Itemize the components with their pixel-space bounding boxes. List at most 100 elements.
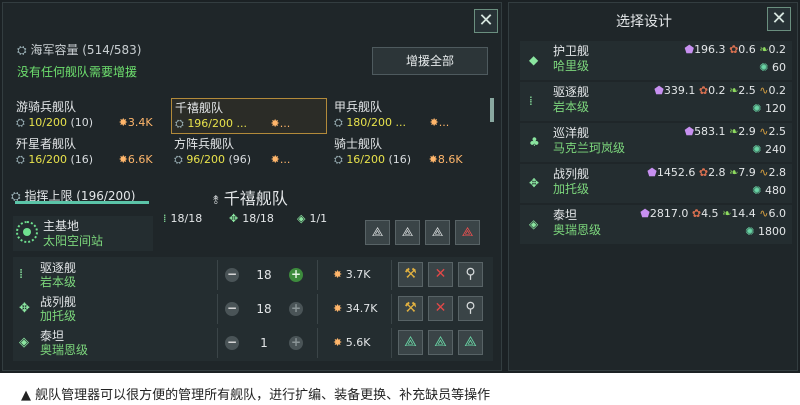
remove-ship-button[interactable]: ⟁	[428, 330, 453, 355]
divider	[391, 294, 392, 324]
change-design-button[interactable]: ⟁	[398, 330, 423, 355]
destroyer-icon: ⁞	[163, 212, 167, 225]
power-icon: ✸	[429, 116, 439, 129]
fleet-emblem-icon: ⥉	[213, 193, 219, 207]
alloy-icon: ⬟	[647, 166, 657, 179]
fleet-item[interactable]: 方阵兵舰队 ⛭ 96/200 (96) ✸...	[171, 135, 327, 171]
decrease-button[interactable]: −	[225, 268, 239, 282]
fleet-action-button-2[interactable]: ⟁	[395, 220, 420, 245]
ship-up-icon: ⟁	[431, 225, 444, 240]
no-reinforce-text: 没有任何舰队需要增援	[17, 65, 138, 79]
fleet-list-scrollbar[interactable]	[490, 98, 494, 122]
remove-ship-button[interactable]: ✕	[428, 296, 453, 321]
increase-button[interactable]: +	[289, 268, 303, 282]
remove-ship-button[interactable]: ✕	[428, 262, 453, 287]
ship-row: ✥ 战列舰 加托级 − 18 + ✸ 34.7K ⚒ ✕ ⚲	[13, 291, 493, 327]
food-icon: ✿	[729, 43, 739, 56]
inspect-ship-button[interactable]: ⚲	[458, 262, 483, 287]
fleet-manager-panel: ✕ ⛭ 海军容量 (514/583) 没有任何舰队需要增援 增援全部 游骑兵舰队…	[2, 2, 502, 371]
fleet-item[interactable]: 骑士舰队 ⛭ 16/200 (16) ✸8.6K	[331, 135, 487, 171]
increase-button[interactable]: +	[289, 336, 303, 350]
energy-icon: ❧	[729, 166, 739, 179]
power-icon: ∿	[759, 125, 769, 138]
design-item[interactable]: ✥ 战列舰 加托级 ⬟1452.6 ✿2.8 ❧7.9 ∿2.8 ✺ 480	[520, 164, 792, 203]
stat-titans: ◈ 1/1	[297, 212, 328, 225]
food-icon: ✿	[698, 84, 709, 97]
caption: ▲ 舰队管理器可以很方便的管理所有舰队，进行扩编、装备更换、补充缺员等操作	[21, 388, 491, 403]
divider	[317, 328, 318, 358]
fleet-item[interactable]: 甲兵舰队 ⛭ 180/200 ... ✸...	[331, 98, 487, 134]
battleship-icon: ✥	[229, 212, 239, 225]
design-item[interactable]: ♣ 巡洋舰 马克兰珂岚级 ⬟583.1 ❧2.9 ∿2.5 ✺ 240	[520, 123, 792, 162]
wrench-icon: ⚒	[404, 300, 417, 316]
ship-quantity: 1	[260, 336, 268, 350]
crew-icon: ✺	[752, 143, 762, 156]
remove-icon: ✕	[434, 300, 447, 316]
fleet-title: ⥉ 千禧舰队	[213, 185, 288, 209]
power-icon: ∿	[759, 84, 769, 97]
power-icon: ✸	[118, 116, 128, 129]
upgrade-icon: ⟁	[464, 334, 477, 350]
power-icon: ✸	[270, 117, 280, 130]
fleet-ship-icon: ⛭	[16, 153, 25, 166]
fleet-ship-icon: ⛭	[334, 153, 343, 166]
energy-icon: ❧	[722, 207, 732, 220]
close-button[interactable]: ✕	[767, 7, 791, 31]
decrease-button[interactable]: −	[225, 336, 239, 350]
ship-row: ⁞ 驱逐舰 岩本级 − 18 + ✸ 3.7K ⚒ ✕ ⚲	[13, 257, 493, 293]
magnifier-icon: ⚲	[465, 300, 476, 316]
crew-icon: ✺	[745, 225, 755, 238]
divider	[391, 328, 392, 358]
increase-button[interactable]: +	[289, 302, 303, 316]
design-select-panel: 选择设计 ✕ ◆ 护卫舰 哈里级 ⬟196.3 ✿0.6 ❧0.2 ✺ 60 ⁞ …	[508, 2, 798, 371]
fleet-action-button-4[interactable]: ⟁	[455, 220, 480, 245]
fleet-item-selected[interactable]: 千禧舰队 ⛭ 196/200 ... ✸...	[171, 98, 327, 134]
change-design-button[interactable]: ⚒	[398, 262, 423, 287]
ship-remove-icon: ⟁	[461, 225, 474, 240]
titan-icon: ◈	[297, 212, 306, 225]
fleet-list: 游骑兵舰队 ⛭ 10/200 (10) ✸3.4K 千禧舰队 ⛭ 196/200…	[13, 98, 488, 170]
capacity-icon: ⛭	[17, 43, 27, 57]
energy-icon: ❧	[759, 43, 769, 56]
reinforce-all-button[interactable]: 增援全部	[372, 47, 488, 75]
inspect-ship-button[interactable]: ⟁	[458, 330, 483, 355]
ship-power: 5.6K	[345, 336, 371, 349]
change-design-button[interactable]: ⚒	[398, 296, 423, 321]
magnifier-icon: ⚲	[465, 266, 476, 282]
close-icon: ✕	[478, 10, 494, 31]
fleet-ship-icon: ⛭	[175, 117, 184, 130]
divider	[317, 294, 318, 324]
energy-icon: ❧	[729, 125, 739, 138]
game-window: ✕ ⛭ 海军容量 (514/583) 没有任何舰队需要增援 增援全部 游骑兵舰队…	[0, 0, 800, 373]
design-item[interactable]: ◈ 泰坦 奥瑞恩级 ⬟2817.0 ✿4.5 ❧14.4 ∿6.0 ✺ 1800	[520, 205, 792, 244]
fleet-item[interactable]: 歼星者舰队 ⛭ 16/200 (16) ✸6.6K	[13, 135, 169, 171]
alloy-icon: ⬟	[684, 125, 695, 138]
power-icon: ✸	[333, 302, 343, 315]
fleet-item[interactable]: 游骑兵舰队 ⛭ 10/200 (10) ✸3.4K	[13, 98, 169, 134]
stat-destroyers: ⁞ 18/18	[163, 212, 203, 225]
food-icon: ✿	[691, 207, 702, 220]
design-item[interactable]: ◆ 护卫舰 哈里级 ⬟196.3 ✿0.6 ❧0.2 ✺ 60	[520, 41, 792, 80]
power-icon: ✸	[428, 153, 438, 166]
power-icon: ✸	[118, 153, 128, 166]
inspect-ship-button[interactable]: ⚲	[458, 296, 483, 321]
close-button[interactable]: ✕	[474, 9, 498, 33]
remove-icon: ✕	[434, 266, 447, 282]
fleet-title-label[interactable]: 千禧舰队	[224, 189, 288, 208]
command-limit-bar	[15, 201, 149, 204]
naval-capacity: ⛭ 海军容量 (514/583)	[17, 43, 142, 57]
fleet-action-button-3[interactable]: ⟁	[425, 220, 450, 245]
destroyer-icon: ⁞	[19, 267, 24, 282]
fleet-action-button-1[interactable]: ⟁	[365, 220, 390, 245]
design-item[interactable]: ⁞ 驱逐舰 岩本级 ⬟339.1 ✿0.2 ❧2.5 ∿0.2 ✺ 120	[520, 82, 792, 121]
divider	[217, 328, 218, 358]
design-panel-title: 选择设计	[616, 14, 672, 30]
battleship-icon: ✥	[529, 176, 540, 190]
divider	[317, 260, 318, 290]
home-base[interactable]: 主基地 太阳空间站	[13, 216, 153, 251]
power-icon: ✸	[270, 153, 280, 166]
fleet-ship-icon: ⛭	[174, 153, 183, 166]
stat-battleships: ✥ 18/18	[229, 212, 274, 225]
decrease-button[interactable]: −	[225, 302, 239, 316]
power-icon: ∿	[759, 166, 769, 179]
